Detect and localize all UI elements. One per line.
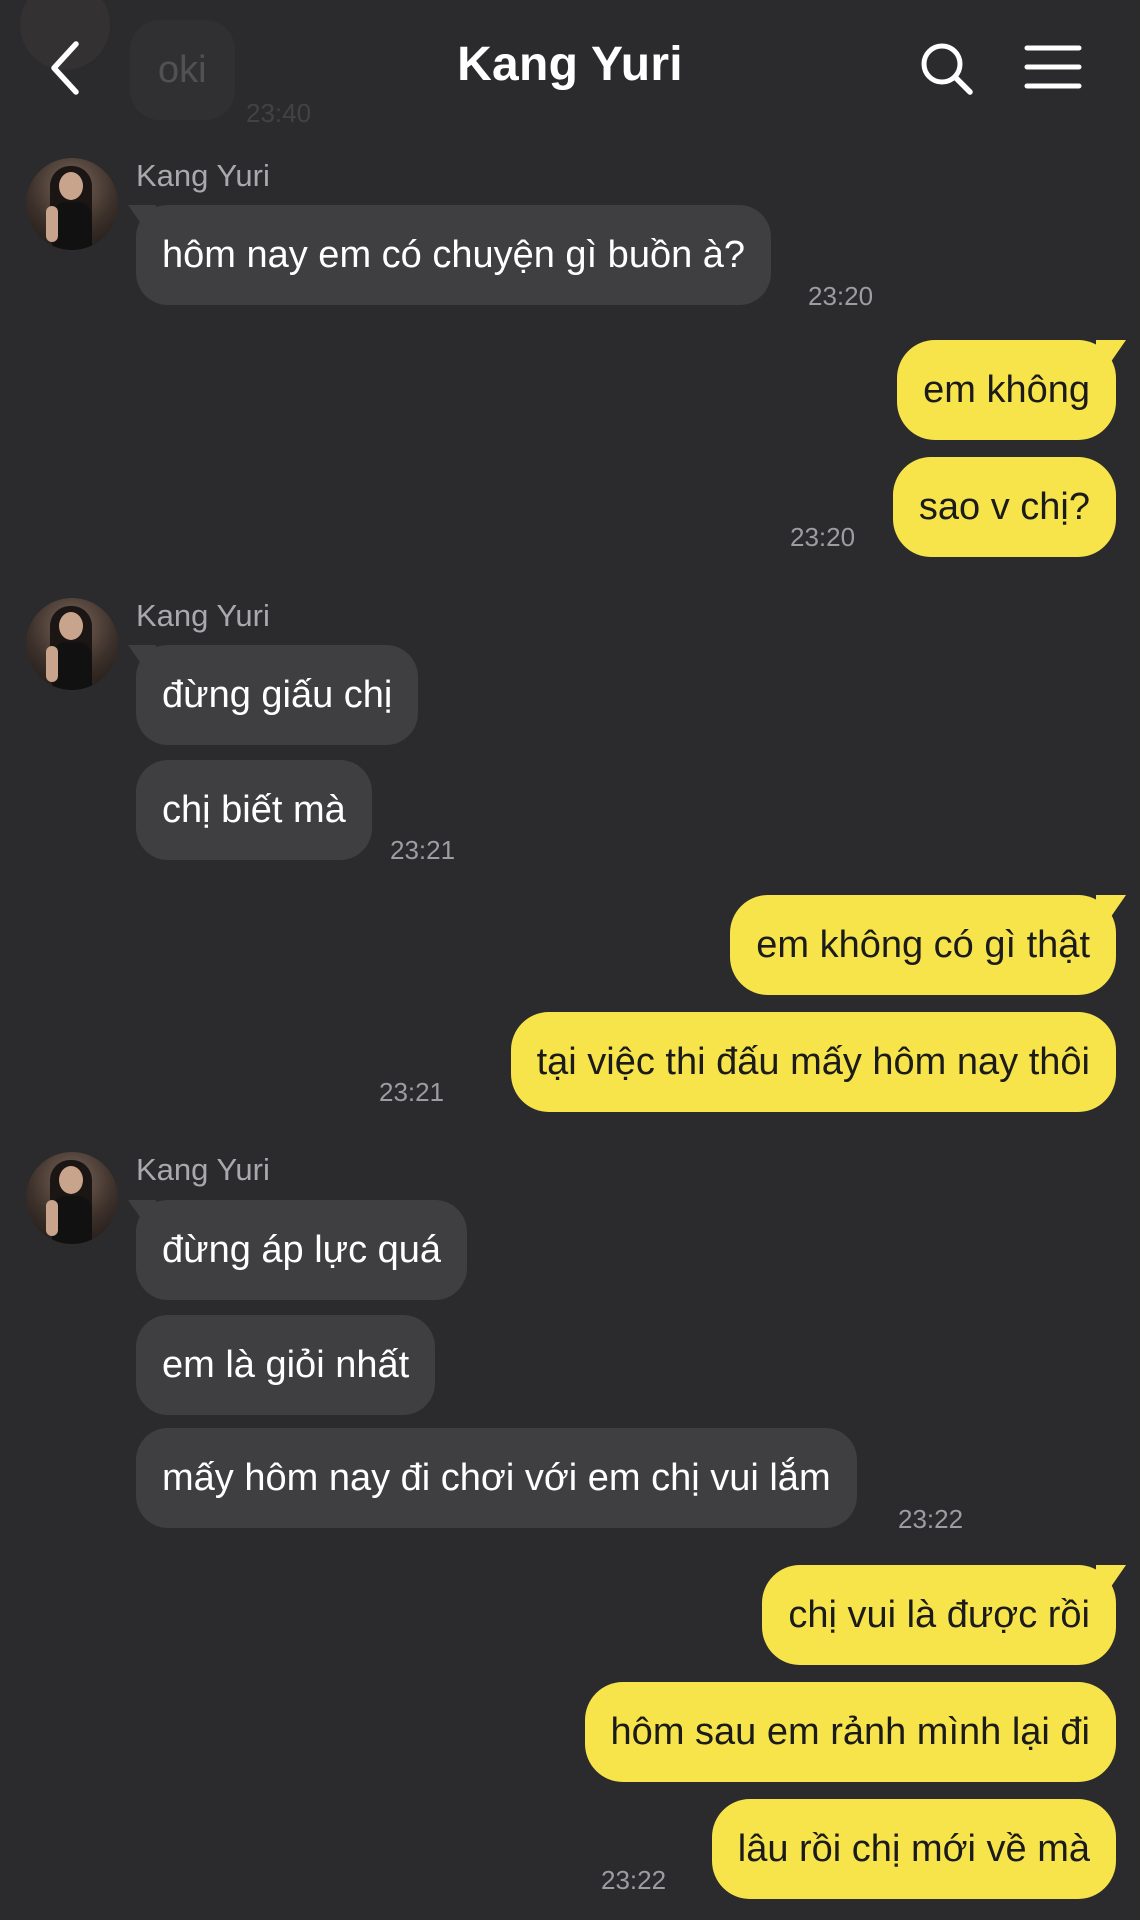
message-bubble-outgoing[interactable]: lâu rồi chị mới về mà — [711, 1799, 1116, 1899]
message-bubble-outgoing[interactable]: em không có gì thật — [730, 895, 1116, 995]
message-bubble-outgoing[interactable]: tại việc thi đấu mấy hôm nay thôi — [510, 1012, 1116, 1112]
message-bubble-outgoing[interactable]: chị vui là được rồi — [762, 1565, 1116, 1665]
message-bubble[interactable]: chị biết mà — [136, 760, 372, 860]
chat-header: Kang Yuri — [0, 0, 1140, 130]
chat-screen: oki 23:40 Kang Yuri Kang Yuri hôm nay em… — [0, 0, 1140, 1920]
timestamp: 23:21 — [390, 835, 456, 865]
message-bubble[interactable]: đừng áp lực quá — [136, 1200, 468, 1300]
timestamp: 23:20 — [790, 522, 856, 552]
timestamp: 23:22 — [601, 1865, 667, 1895]
timestamp: 23:21 — [379, 1077, 445, 1107]
message-bubble[interactable]: em là giỏi nhất — [136, 1315, 436, 1415]
sender-name: Kang Yuri — [136, 158, 270, 193]
hamburger-menu-icon[interactable] — [1024, 42, 1082, 92]
chevron-left-icon[interactable] — [40, 38, 96, 98]
sender-name: Kang Yuri — [136, 598, 270, 633]
message-bubble[interactable]: hôm nay em có chuyện gì buồn à? — [136, 205, 772, 305]
message-bubble[interactable]: đừng giấu chị — [136, 645, 419, 745]
avatar[interactable] — [26, 1152, 118, 1244]
timestamp: 23:20 — [808, 281, 874, 311]
message-bubble-outgoing[interactable]: hôm sau em rảnh mình lại đi — [584, 1682, 1116, 1782]
message-bubble-outgoing[interactable]: em không — [897, 340, 1116, 440]
sender-name: Kang Yuri — [136, 1152, 270, 1187]
avatar[interactable] — [26, 158, 118, 250]
search-icon[interactable] — [918, 40, 976, 98]
avatar[interactable] — [26, 598, 118, 690]
message-bubble-outgoing[interactable]: sao v chị? — [892, 457, 1116, 557]
chat-title: Kang Yuri — [457, 37, 683, 91]
message-bubble[interactable]: mấy hôm nay đi chơi với em chị vui lắm — [136, 1428, 857, 1528]
timestamp: 23:22 — [898, 1504, 964, 1534]
